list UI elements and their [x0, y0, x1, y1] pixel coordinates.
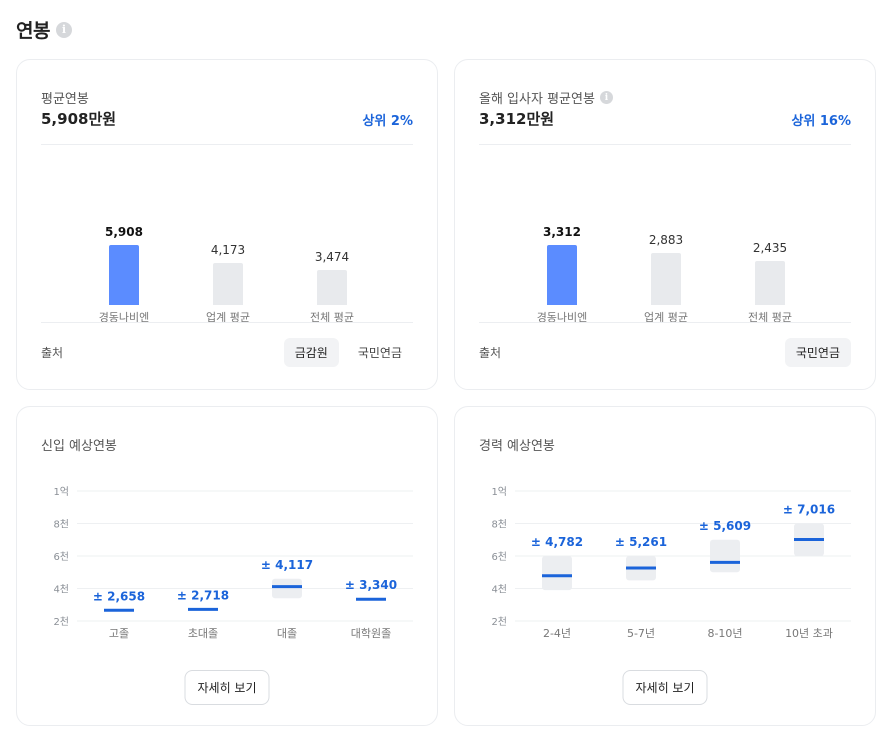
value-label: ± 4,117 — [261, 558, 313, 572]
bar-value-label: 3,474 — [314, 250, 350, 264]
new-hire-salary-label: 올해 입사자 평균연봉 — [479, 92, 595, 107]
source-button-fss[interactable]: 금감원 — [283, 338, 339, 367]
detail-button[interactable]: 자세히 보기 — [184, 670, 270, 705]
card-label: 평균연봉 — [41, 88, 89, 107]
info-icon[interactable]: i — [55, 21, 72, 38]
x-category-label: 2-4년 — [543, 627, 571, 640]
new-hire-salary-rank: 상위 16% — [791, 114, 851, 129]
x-category-label: 10년 초과 — [785, 627, 833, 640]
range-box — [542, 556, 572, 591]
new-hire-salary-card: 올해 입사자 평균연봉 i 3,312만원 상위 16% 3,312 경동나비엔 2… — [454, 59, 876, 390]
bar-group: 3,312 경동나비엔 — [512, 225, 612, 324]
divider — [41, 322, 413, 323]
bar-value-label: 4,173 — [210, 243, 246, 257]
y-tick-label: 1억 — [53, 486, 69, 498]
divider — [479, 322, 851, 323]
new-hire-salary-bars: 3,312 경동나비엔 2,883 업계 평균 2,435 전체 평균 — [479, 190, 851, 324]
y-tick-label: 6천 — [53, 551, 69, 563]
y-tick-label: 4천 — [53, 584, 69, 596]
page-title: 연봉 — [16, 20, 50, 42]
y-tick-label: 8천 — [491, 519, 507, 531]
bar — [547, 245, 577, 305]
bar — [109, 245, 139, 305]
y-tick-label: 1억 — [491, 486, 507, 498]
bar-group: 3,474 전체 평균 — [282, 250, 382, 324]
value-label: ± 3,340 — [345, 578, 397, 592]
experienced-expected-salary-card: 경력 예상연봉 1억 8천 6천 4천 2천 ± 4,782 2-4년 ± 5,261 5-7년… — [454, 406, 876, 726]
bar-value-label: 3,312 — [543, 225, 581, 239]
x-category-label: 대학원졸 — [351, 627, 391, 640]
card-label: 올해 입사자 평균연봉 i — [479, 88, 613, 107]
new-hire-salary-value: 3,312만원 — [479, 110, 555, 128]
range-box — [272, 578, 302, 599]
bar — [651, 253, 681, 305]
entry-expected-chart: 1억 8천 6천 4천 2천 ± 2,658 고졸 ± 2,718 초대졸 ± 4,117 대졸 ± … — [53, 486, 413, 640]
source-buttons: 국민연금 — [784, 338, 851, 367]
source-label: 출처 — [479, 346, 502, 360]
value-label: ± 4,782 — [531, 535, 583, 549]
bar-group: 2,435 전체 평균 — [720, 241, 820, 324]
value-label: ± 2,658 — [93, 589, 145, 603]
y-tick-label: 2천 — [491, 616, 507, 628]
experienced-expected-chart: 1억 8천 6천 4천 2천 ± 4,782 2-4년 ± 5,261 5-7년 ± 5,609 8… — [491, 486, 851, 640]
divider — [41, 144, 413, 145]
info-icon[interactable]: i — [599, 91, 613, 104]
avg-salary-rank: 상위 2% — [362, 114, 413, 129]
divider — [479, 144, 851, 145]
bar-value-label: 2,435 — [752, 241, 788, 255]
y-tick-label: 4천 — [491, 584, 507, 596]
bar — [317, 270, 347, 305]
entry-expected-salary-card: 신입 예상연봉 1억 8천 6천 4천 2천 ± 2,658 고졸 ± 2,718 초대졸 ± 4… — [16, 406, 438, 726]
y-tick-label: 2천 — [53, 616, 69, 628]
source-buttons: 금감원 국민연금 — [283, 338, 413, 367]
y-tick-label: 6천 — [491, 551, 507, 563]
detail-button[interactable]: 자세히 보기 — [622, 670, 708, 705]
bar-value-label: 2,883 — [648, 233, 684, 247]
bar — [755, 261, 785, 305]
x-category-label: 고졸 — [109, 627, 129, 640]
value-label: ± 5,609 — [699, 519, 751, 533]
source-button-nps[interactable]: 국민연금 — [347, 338, 413, 367]
bar — [213, 263, 243, 305]
page-header: 연봉 i — [16, 16, 72, 43]
bar-group: 5,908 경동나비엔 — [74, 225, 174, 324]
avg-salary-card: 평균연봉 5,908만원 상위 2% 5,908 경동나비엔 4,173 업계 평균 3… — [16, 59, 438, 390]
avg-salary-bars: 5,908 경동나비엔 4,173 업계 평균 3,474 전체 평균 — [41, 190, 413, 324]
avg-salary-value: 5,908만원 — [41, 110, 117, 128]
value-label: ± 5,261 — [615, 535, 667, 549]
value-label: ± 2,718 — [177, 588, 229, 602]
source-button-nps[interactable]: 국민연금 — [784, 338, 851, 367]
y-tick-label: 8천 — [53, 519, 69, 531]
bar-value-label: 5,908 — [105, 225, 143, 239]
x-category-label: 대졸 — [277, 627, 297, 640]
bar-group: 2,883 업계 평균 — [616, 233, 716, 324]
range-box — [710, 539, 740, 573]
avg-salary-label: 평균연봉 — [41, 92, 89, 107]
x-category-label: 초대졸 — [188, 627, 218, 640]
value-label: ± 7,016 — [783, 503, 835, 517]
bar-group: 4,173 업계 평균 — [178, 243, 278, 324]
x-category-label: 5-7년 — [627, 627, 655, 640]
source-label: 출처 — [41, 346, 64, 360]
x-category-label: 8-10년 — [707, 627, 742, 640]
